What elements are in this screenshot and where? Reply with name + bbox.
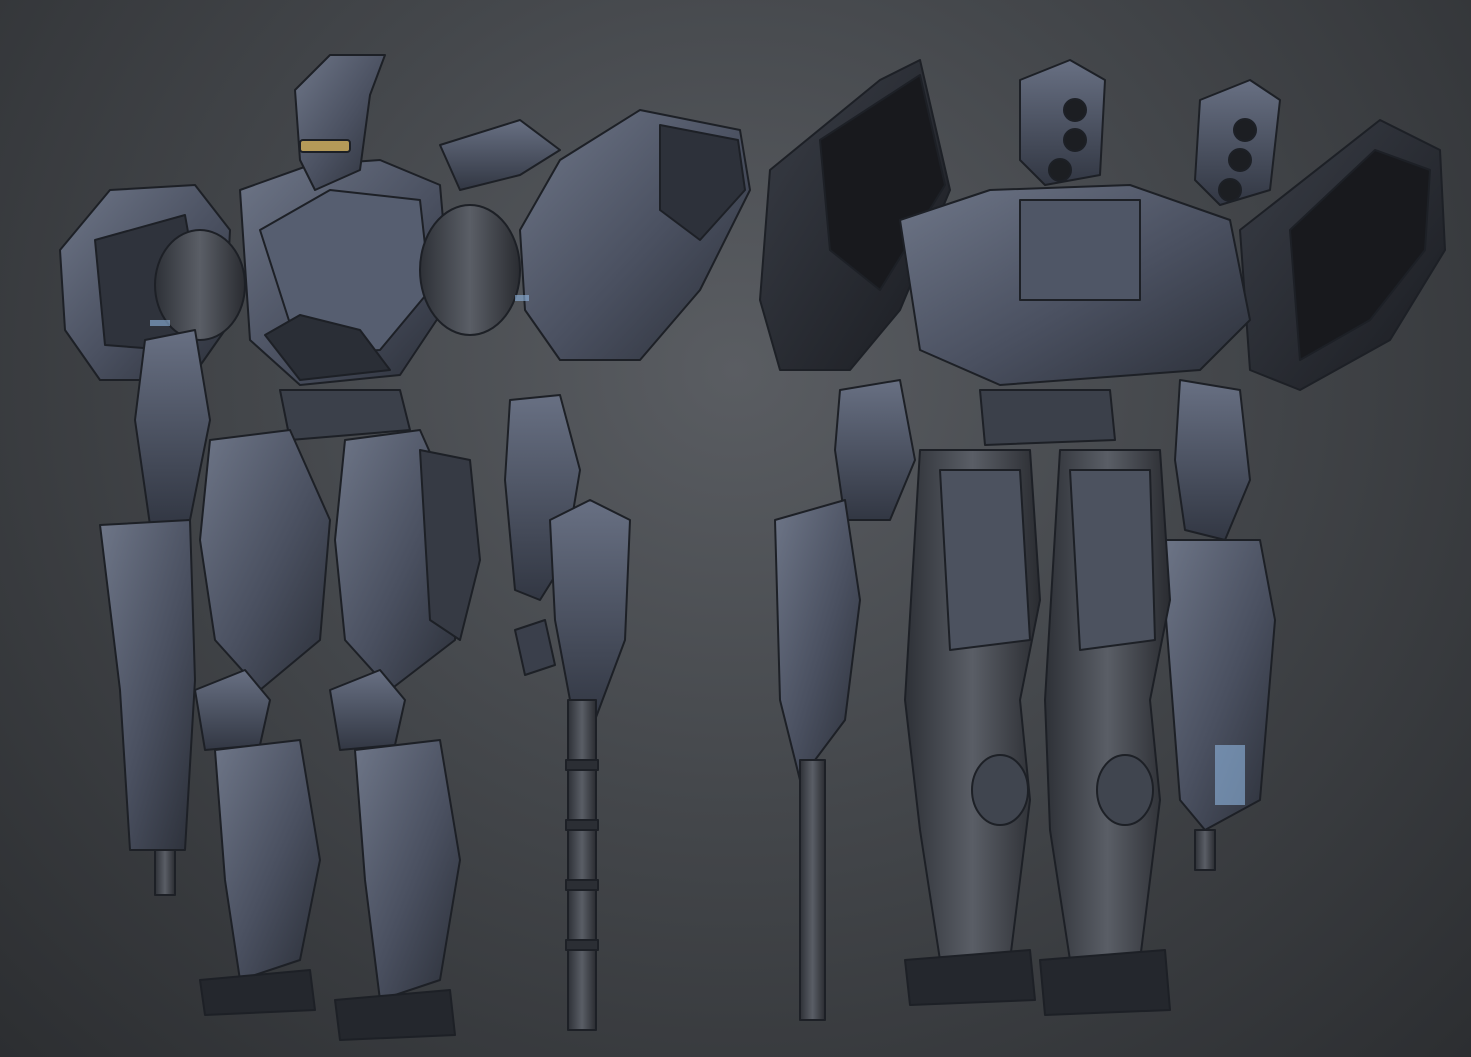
- visor: [299, 139, 351, 153]
- back-left-cannon: [774, 499, 861, 781]
- left-thigh: [199, 429, 331, 691]
- mech-back: [759, 59, 1446, 1021]
- front-gun-rod: [567, 699, 597, 1031]
- right-foot: [334, 989, 456, 1041]
- back-left-foot: [904, 949, 1036, 1006]
- right-shoulder-joint: [419, 204, 521, 336]
- waist: [279, 389, 411, 441]
- mech-front: [59, 54, 751, 1041]
- left-foot: [199, 969, 316, 1016]
- back-right-foot: [1039, 949, 1171, 1016]
- front-gun-barrel: [549, 499, 631, 721]
- left-shin: [214, 739, 321, 981]
- left-upper-arm: [134, 329, 211, 526]
- back-waist: [979, 389, 1116, 446]
- left-arm-cannon: [99, 519, 196, 851]
- render-viewport: [0, 0, 1471, 1057]
- right-shin: [354, 739, 461, 1001]
- back-right-arm: [1174, 379, 1251, 541]
- right-hand: [514, 619, 556, 676]
- back-left-arm: [834, 379, 916, 521]
- back-gun-rod: [799, 759, 826, 1021]
- mech-render: [59, 54, 1446, 1041]
